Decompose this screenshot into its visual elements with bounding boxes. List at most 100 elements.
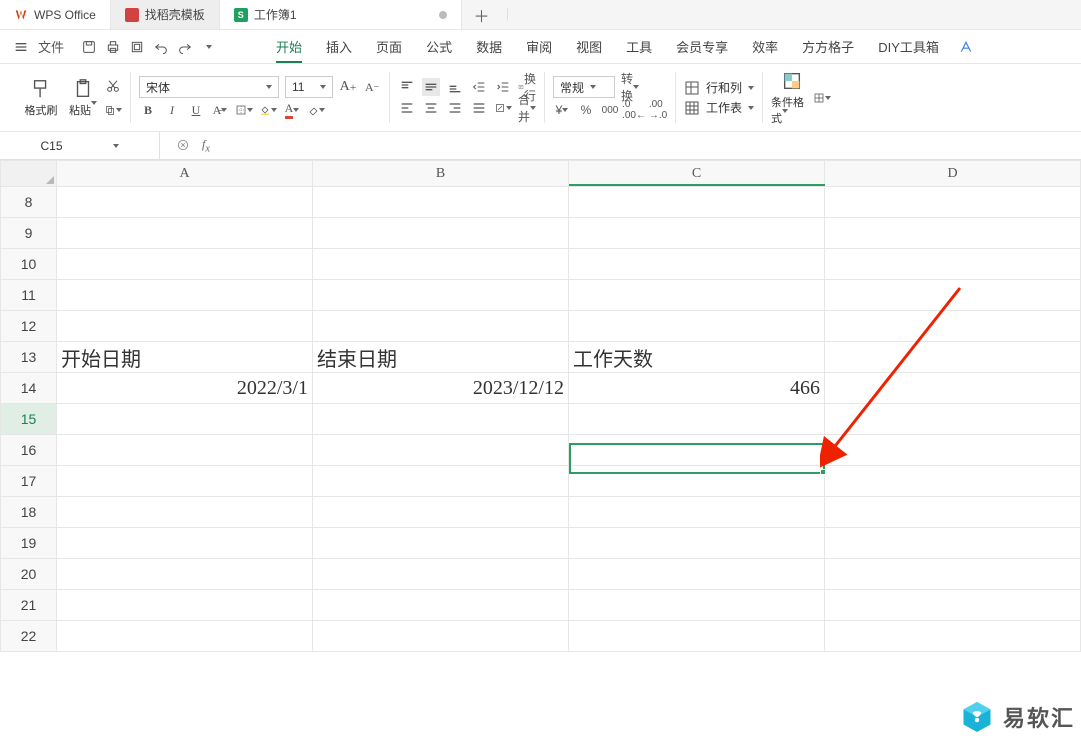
print-button[interactable]	[102, 36, 124, 58]
redo-button[interactable]	[174, 36, 196, 58]
font-size-select[interactable]: 11	[285, 76, 333, 98]
increase-indent-button[interactable]	[494, 78, 512, 96]
menu-数据[interactable]: 数据	[464, 30, 514, 63]
template-tab[interactable]: 找稻壳模板	[111, 0, 220, 29]
cell-B15[interactable]	[313, 404, 569, 435]
cell-C22[interactable]	[569, 621, 825, 652]
cell-D9[interactable]	[825, 218, 1081, 249]
row-header-17[interactable]: 17	[1, 466, 57, 497]
row-header-15[interactable]: 15	[1, 404, 57, 435]
app-tab[interactable]: WPS Office	[0, 0, 111, 29]
cell-B16[interactable]	[313, 435, 569, 466]
cell-B17[interactable]	[313, 466, 569, 497]
cell-A12[interactable]	[57, 311, 313, 342]
workbook-tab[interactable]: S 工作簿1	[220, 0, 462, 29]
cell-D10[interactable]	[825, 249, 1081, 280]
cell-A19[interactable]	[57, 528, 313, 559]
cell-A22[interactable]	[57, 621, 313, 652]
align-top-button[interactable]	[398, 78, 416, 96]
cell-D20[interactable]	[825, 559, 1081, 590]
cell-B11[interactable]	[313, 280, 569, 311]
col-header-A[interactable]: A	[57, 161, 313, 187]
cell-B10[interactable]	[313, 249, 569, 280]
undo-button[interactable]	[150, 36, 172, 58]
cell-B9[interactable]	[313, 218, 569, 249]
cond-format-button[interactable]: 条件格式	[771, 70, 813, 126]
col-header-B[interactable]: B	[313, 161, 569, 187]
number-format-select[interactable]: 常规	[553, 76, 615, 98]
menu-开始[interactable]: 开始	[264, 30, 314, 63]
formula-input[interactable]	[226, 132, 1081, 159]
spreadsheet-grid[interactable]: A B C D 8910111213开始日期结束日期工作天数142022/3/1…	[0, 160, 1081, 652]
comma-button[interactable]: 000	[601, 101, 619, 119]
currency-button[interactable]: ¥	[553, 101, 571, 119]
cell-A8[interactable]	[57, 187, 313, 218]
bold-button[interactable]: B	[139, 101, 157, 119]
cell-C20[interactable]	[569, 559, 825, 590]
row-header-19[interactable]: 19	[1, 528, 57, 559]
name-box[interactable]: C15	[0, 132, 160, 159]
cell-A20[interactable]	[57, 559, 313, 590]
menu-工具[interactable]: 工具	[614, 30, 664, 63]
align-center-button[interactable]	[422, 99, 440, 117]
cell-C18[interactable]	[569, 497, 825, 528]
row-header-21[interactable]: 21	[1, 590, 57, 621]
align-bottom-button[interactable]	[446, 78, 464, 96]
cell-B22[interactable]	[313, 621, 569, 652]
menu-页面[interactable]: 页面	[364, 30, 414, 63]
cell-B19[interactable]	[313, 528, 569, 559]
increase-decimal-button[interactable]: .00→.0	[649, 101, 667, 119]
cell-D22[interactable]	[825, 621, 1081, 652]
row-header-10[interactable]: 10	[1, 249, 57, 280]
font-name-select[interactable]: 宋体	[139, 76, 279, 98]
align-middle-button[interactable]	[422, 78, 440, 96]
menu-方方格子[interactable]: 方方格子	[790, 30, 866, 63]
row-header-11[interactable]: 11	[1, 280, 57, 311]
orientation-button[interactable]	[494, 99, 512, 117]
underline-button[interactable]: U	[187, 101, 205, 119]
convert-button[interactable]: 转换	[621, 78, 639, 96]
cell-D21[interactable]	[825, 590, 1081, 621]
cut-button[interactable]	[104, 77, 122, 95]
cell-A9[interactable]	[57, 218, 313, 249]
copy-button[interactable]	[104, 101, 122, 119]
fill-color-button[interactable]	[259, 101, 277, 119]
cell-D14[interactable]	[825, 373, 1081, 404]
cell-D15[interactable]	[825, 404, 1081, 435]
menu-会员专享[interactable]: 会员专享	[664, 30, 740, 63]
select-all-corner[interactable]	[1, 161, 57, 187]
menu-视图[interactable]: 视图	[564, 30, 614, 63]
cell-A17[interactable]	[57, 466, 313, 497]
cell-C21[interactable]	[569, 590, 825, 621]
row-header-14[interactable]: 14	[1, 373, 57, 404]
row-header-9[interactable]: 9	[1, 218, 57, 249]
cell-styles-button[interactable]	[813, 89, 831, 107]
menu-插入[interactable]: 插入	[314, 30, 364, 63]
menu-效率[interactable]: 效率	[740, 30, 790, 63]
cell-D17[interactable]	[825, 466, 1081, 497]
row-header-12[interactable]: 12	[1, 311, 57, 342]
worksheet-button[interactable]: 工作表	[684, 99, 754, 116]
cell-A16[interactable]	[57, 435, 313, 466]
strikethrough-button[interactable]: A̶	[211, 101, 229, 119]
row-header-18[interactable]: 18	[1, 497, 57, 528]
percent-button[interactable]: %	[577, 101, 595, 119]
paste-button[interactable]: 粘贴	[62, 78, 104, 118]
cell-A15[interactable]	[57, 404, 313, 435]
border-button[interactable]	[235, 101, 253, 119]
cell-B13[interactable]: 结束日期	[313, 342, 569, 373]
merge-button[interactable]: 合并	[518, 99, 536, 117]
cell-D19[interactable]	[825, 528, 1081, 559]
cancel-fx-icon[interactable]	[176, 138, 190, 152]
cell-A13[interactable]: 开始日期	[57, 342, 313, 373]
cell-C19[interactable]	[569, 528, 825, 559]
cell-B21[interactable]	[313, 590, 569, 621]
menu-toggle-button[interactable]	[10, 36, 32, 58]
cell-A18[interactable]	[57, 497, 313, 528]
justify-button[interactable]	[470, 99, 488, 117]
cell-D13[interactable]	[825, 342, 1081, 373]
ai-icon[interactable]	[959, 40, 973, 54]
cell-A14[interactable]: 2022/3/1	[57, 373, 313, 404]
align-right-button[interactable]	[446, 99, 464, 117]
row-header-13[interactable]: 13	[1, 342, 57, 373]
